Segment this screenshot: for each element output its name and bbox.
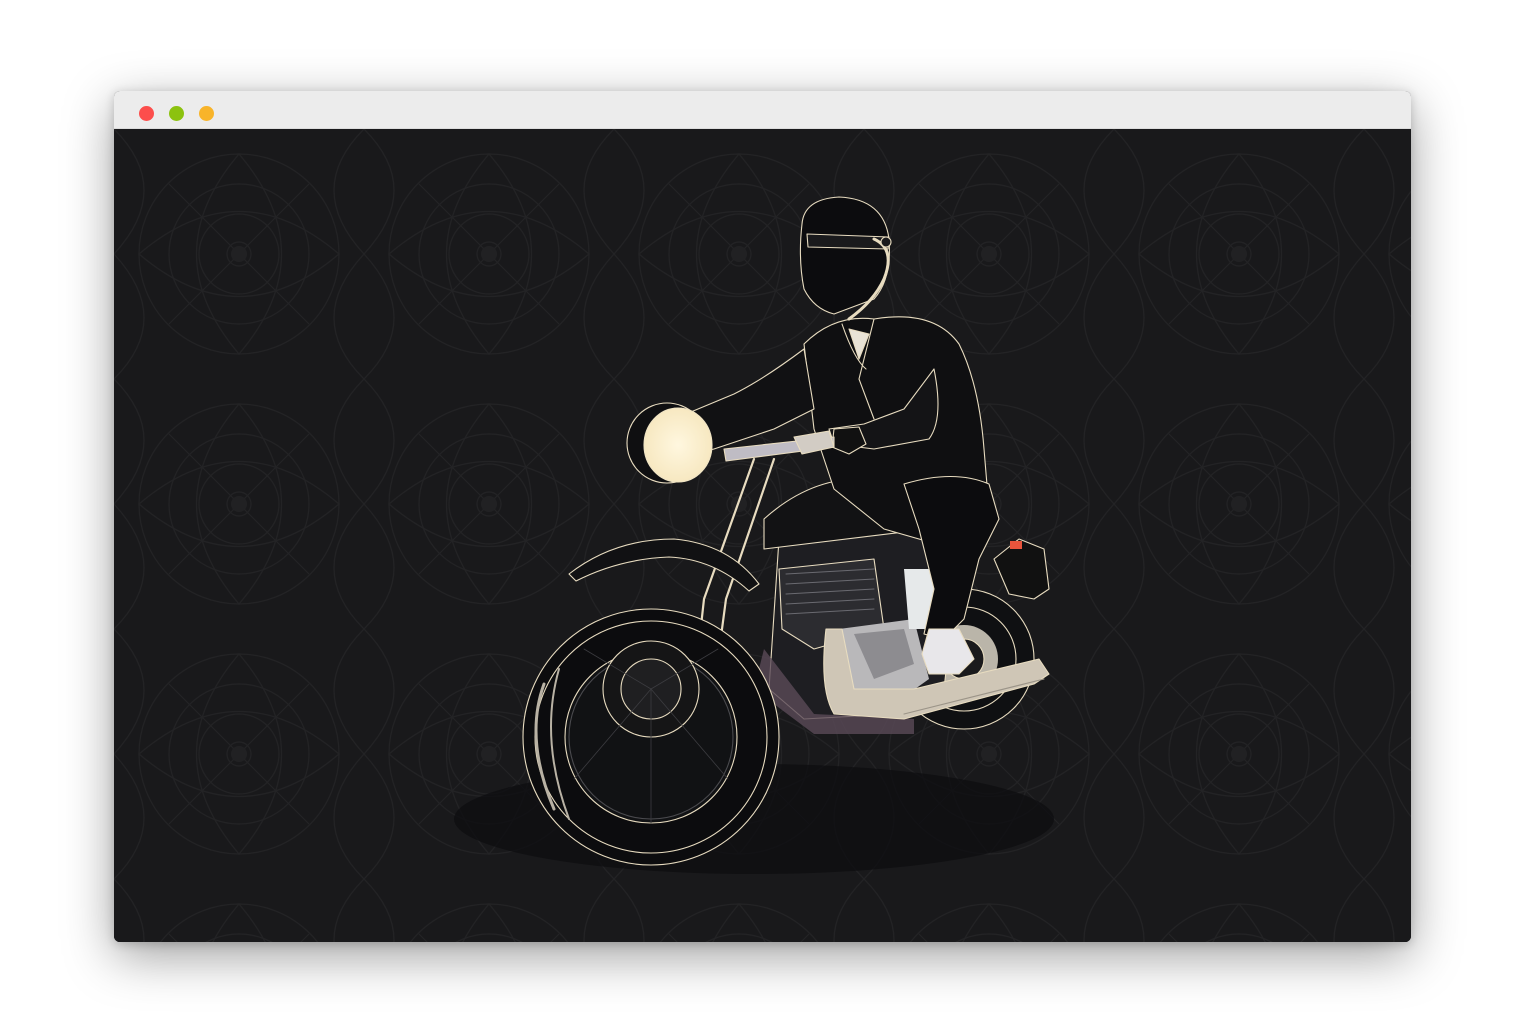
motorcycle-rider-illustration	[114, 129, 1411, 942]
browser-window	[114, 91, 1411, 942]
maximize-button[interactable]	[199, 106, 214, 121]
close-button[interactable]	[139, 106, 154, 121]
tail-light	[1010, 541, 1022, 549]
minimize-button[interactable]	[169, 106, 184, 121]
window-titlebar	[114, 91, 1411, 129]
hero-canvas	[114, 129, 1411, 942]
headlight	[643, 407, 713, 483]
